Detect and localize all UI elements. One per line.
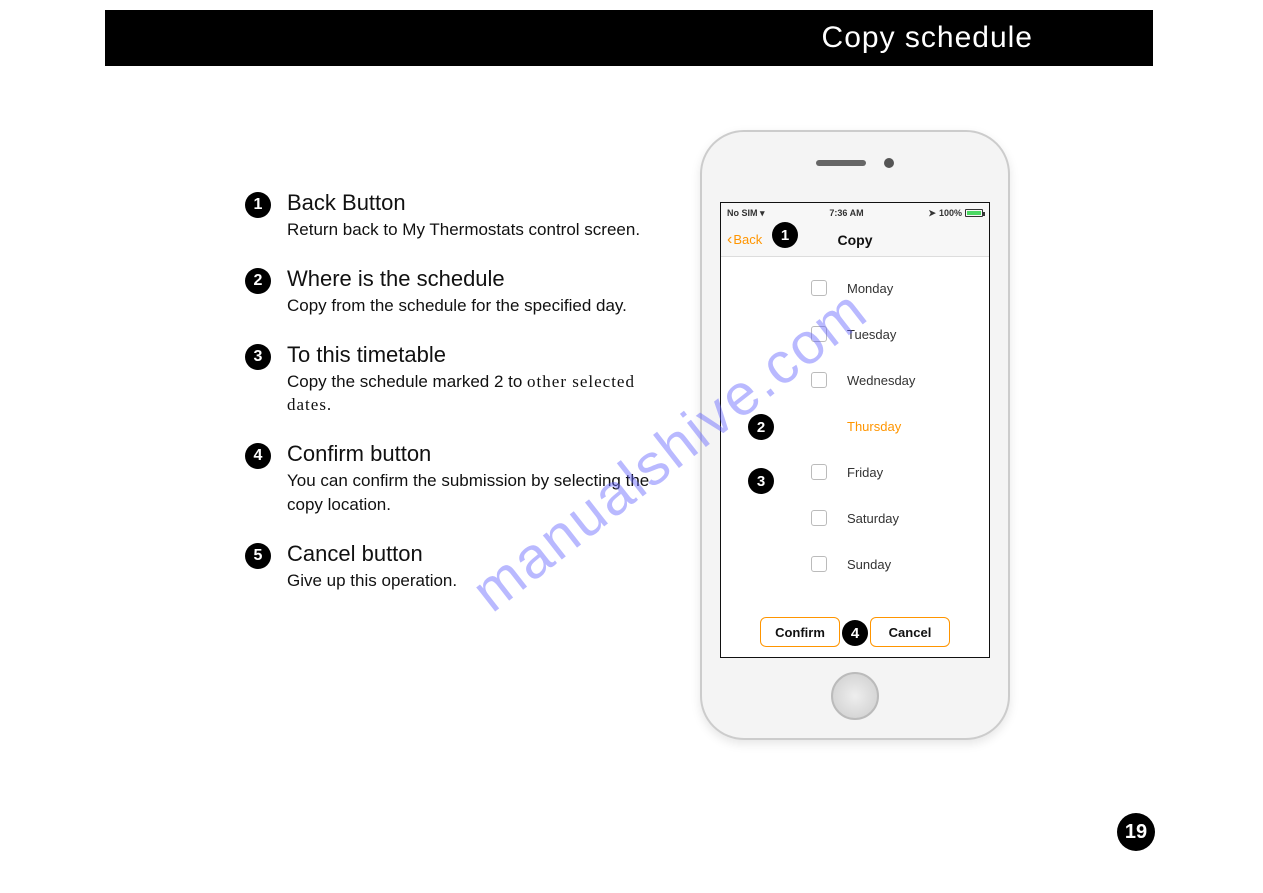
status-right: ➤ 100%	[928, 208, 983, 219]
day-label: Saturday	[847, 511, 899, 526]
instruction-number: 4	[245, 443, 271, 469]
checkbox[interactable]	[811, 280, 827, 296]
instruction-desc: Copy from the schedule for the specified…	[287, 294, 665, 318]
instruction-desc: Copy the schedule marked 2 to other sele…	[287, 370, 665, 418]
instruction-number: 5	[245, 543, 271, 569]
phone-mockup: No SIM ▾ 7:36 AM ➤ 100% ‹ Back Copy Mond…	[700, 130, 1010, 740]
instruction-number: 3	[245, 344, 271, 370]
phone-camera	[884, 158, 894, 168]
day-row-tuesday[interactable]: Tuesday	[721, 311, 989, 357]
day-row-wednesday[interactable]: Wednesday	[721, 357, 989, 403]
instruction-title: Where is the schedule	[287, 266, 665, 292]
status-carrier: No SIM ▾	[727, 208, 765, 219]
marker-1: 1	[772, 222, 798, 248]
instruction-desc: Give up this operation.	[287, 569, 665, 593]
day-label: Monday	[847, 281, 893, 296]
checkbox[interactable]	[811, 326, 827, 342]
nav-bar: ‹ Back Copy	[721, 223, 989, 257]
battery-icon	[965, 209, 983, 217]
instruction-4: 4 Confirm button You can confirm the sub…	[245, 441, 665, 517]
chevron-left-icon: ‹	[727, 231, 732, 249]
day-label: Sunday	[847, 557, 891, 572]
confirm-button[interactable]: Confirm	[760, 617, 840, 647]
back-button[interactable]: ‹ Back	[727, 231, 762, 249]
instruction-desc: Return back to My Thermostats control sc…	[287, 218, 665, 242]
status-time: 7:36 AM	[829, 208, 863, 218]
checkbox[interactable]	[811, 464, 827, 480]
phone-speaker	[816, 160, 866, 166]
header-bar: Copy schedule	[105, 10, 1153, 66]
instruction-3: 3 To this timetable Copy the schedule ma…	[245, 342, 665, 418]
instruction-title: To this timetable	[287, 342, 665, 368]
marker-2: 2	[748, 414, 774, 440]
confirm-label: Confirm	[775, 625, 825, 640]
checkbox[interactable]	[811, 556, 827, 572]
source-day-indicator	[811, 418, 827, 434]
checkbox[interactable]	[811, 372, 827, 388]
day-row-sunday[interactable]: Sunday	[721, 541, 989, 587]
nav-arrow-icon: ➤	[928, 208, 936, 219]
wifi-icon: ▾	[760, 208, 765, 218]
instruction-title: Back Button	[287, 190, 665, 216]
phone-home-button	[831, 672, 879, 720]
cancel-label: Cancel	[889, 625, 932, 640]
instructions-column: 1 Back Button Return back to My Thermost…	[245, 190, 665, 617]
instruction-1: 1 Back Button Return back to My Thermost…	[245, 190, 665, 242]
day-label: Tuesday	[847, 327, 896, 342]
instruction-number: 1	[245, 192, 271, 218]
marker-4: 4	[842, 620, 868, 646]
nav-title: Copy	[838, 232, 873, 248]
instruction-desc: You can confirm the submission by select…	[287, 469, 665, 517]
day-label: Thursday	[847, 419, 901, 434]
instruction-5: 5 Cancel button Give up this operation.	[245, 541, 665, 593]
marker-3: 3	[748, 468, 774, 494]
back-label: Back	[733, 232, 762, 247]
day-row-monday[interactable]: Monday	[721, 265, 989, 311]
page-number: 19	[1117, 813, 1155, 851]
instruction-desc-a: Copy the schedule marked 2 to	[287, 372, 522, 391]
instruction-title: Confirm button	[287, 441, 665, 467]
instruction-number: 2	[245, 268, 271, 294]
day-label: Friday	[847, 465, 883, 480]
status-battery-text: 100%	[939, 208, 962, 218]
cancel-button[interactable]: Cancel	[870, 617, 950, 647]
day-row-saturday[interactable]: Saturday	[721, 495, 989, 541]
instruction-2: 2 Where is the schedule Copy from the sc…	[245, 266, 665, 318]
instruction-title: Cancel button	[287, 541, 665, 567]
status-bar: No SIM ▾ 7:36 AM ➤ 100%	[721, 203, 989, 223]
phone-hardware-top	[816, 158, 894, 168]
checkbox[interactable]	[811, 510, 827, 526]
header-title: Copy schedule	[822, 21, 1033, 55]
day-label: Wednesday	[847, 373, 915, 388]
